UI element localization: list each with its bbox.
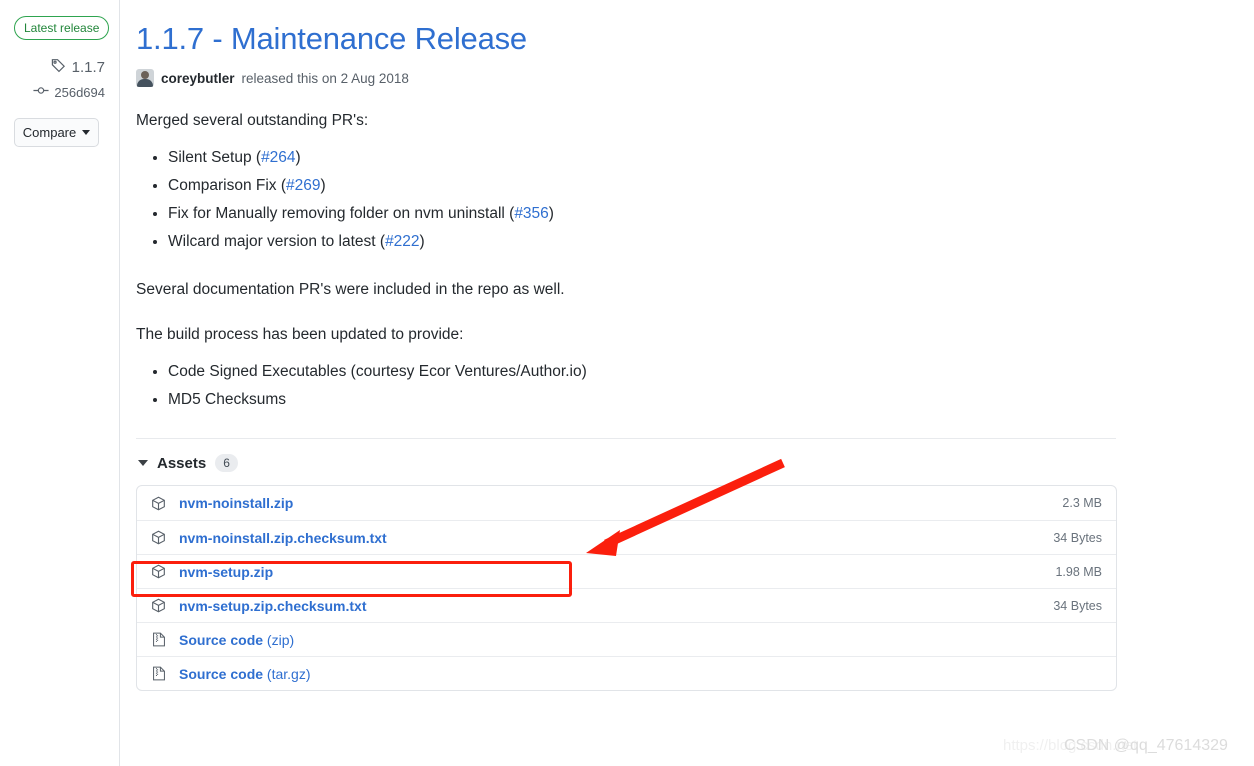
list-item: Silent Setup (#264) [168, 144, 1254, 172]
tag-row: 1.1.7 [14, 58, 105, 77]
pr-text: Fix for Manually removing folder on nvm … [168, 205, 505, 222]
release-page: Latest release 1.1.7 256d694 Compare 1.1… [0, 0, 1254, 766]
release-sidebar: Latest release 1.1.7 256d694 Compare [0, 0, 120, 766]
pr-link[interactable]: #264 [261, 149, 295, 166]
intro-paragraph: Merged several outstanding PR's: [136, 112, 369, 129]
pr-link[interactable]: #356 [514, 205, 548, 222]
pr-link[interactable]: #222 [385, 233, 419, 250]
pr-list: Silent Setup (#264) Comparison Fix (#269… [136, 144, 1254, 256]
docs-paragraph: Several documentation PR's were included… [136, 281, 565, 298]
list-item: Wilcard major version to latest (#222) [168, 228, 1254, 256]
asset-size: 34 Bytes [1053, 598, 1102, 613]
tag-icon [51, 58, 66, 77]
compare-button[interactable]: Compare [14, 118, 99, 147]
asset-name-link[interactable]: nvm-noinstall.zip [179, 495, 1062, 511]
asset-format: (zip) [266, 631, 295, 648]
chevron-down-icon [82, 130, 91, 135]
assets-count-badge: 6 [215, 454, 238, 472]
avatar [136, 69, 154, 87]
table-row[interactable]: nvm-noinstall.zip.checksum.txt 34 Bytes [137, 520, 1116, 554]
package-icon [150, 597, 167, 614]
compare-label: Compare [22, 125, 77, 140]
package-icon [150, 529, 167, 546]
asset-format: (tar.gz) [266, 665, 311, 682]
tag-value: 1.1.7 [71, 59, 105, 76]
table-row[interactable]: nvm-setup.zip 1.98 MB [137, 554, 1116, 588]
assets-table: nvm-noinstall.zip 2.3 MB nvm-noinstall.z… [136, 485, 1117, 691]
package-icon [150, 563, 167, 580]
asset-filename: nvm-setup.zip.checksum.txt [179, 597, 367, 614]
package-icon [150, 495, 167, 512]
asset-name-link[interactable]: Source code (tar.gz) [179, 666, 1102, 682]
section-divider [136, 438, 1116, 439]
list-item: Code Signed Executables (courtesy Ecor V… [168, 358, 1254, 386]
commit-row: 256d694 [14, 84, 105, 100]
commit-sha: 256d694 [54, 84, 105, 100]
release-author-link[interactable]: coreybutler [161, 71, 235, 86]
assets-label: Assets [157, 454, 207, 472]
build-list: Code Signed Executables (courtesy Ecor V… [136, 358, 1254, 414]
asset-size: 34 Bytes [1053, 530, 1102, 545]
asset-name-link[interactable]: nvm-setup.zip.checksum.txt [179, 598, 1053, 614]
asset-filename: Source code [179, 631, 264, 648]
pr-text: Silent Setup [168, 149, 252, 166]
triangle-down-icon [138, 460, 148, 466]
latest-release-badge: Latest release [14, 16, 110, 40]
file-zip-icon [150, 665, 167, 682]
asset-filename: nvm-setup.zip [179, 563, 274, 580]
release-title-link[interactable]: 1.1.7 - Maintenance Release [136, 20, 527, 58]
pr-text: Wilcard major version to latest [168, 233, 376, 250]
asset-filename: nvm-noinstall.zip.checksum.txt [179, 529, 387, 546]
release-byline-text: released this on 2 Aug 2018 [241, 70, 409, 86]
table-row[interactable]: Source code (zip) [137, 622, 1116, 656]
watermark-csdn: CSDN @qq_47614329 [1064, 737, 1228, 754]
table-row[interactable]: Source code (tar.gz) [137, 656, 1116, 690]
assets-toggle[interactable]: Assets 6 [138, 454, 1254, 472]
table-row[interactable]: nvm-setup.zip.checksum.txt 34 Bytes [137, 588, 1116, 622]
build-paragraph: The build process has been updated to pr… [136, 326, 464, 343]
asset-size: 1.98 MB [1055, 564, 1102, 579]
asset-filename: nvm-noinstall.zip [179, 495, 294, 511]
pr-link[interactable]: #269 [286, 177, 320, 194]
list-item: Fix for Manually removing folder on nvm … [168, 200, 1254, 228]
table-row[interactable]: nvm-noinstall.zip 2.3 MB [137, 486, 1116, 520]
list-item: MD5 Checksums [168, 386, 1254, 414]
asset-filename: Source code [179, 665, 264, 682]
list-item: Comparison Fix (#269) [168, 172, 1254, 200]
release-content: 1.1.7 - Maintenance Release coreybutler … [120, 0, 1254, 766]
commit-icon [33, 84, 49, 100]
release-byline: coreybutler released this on 2 Aug 2018 [136, 69, 1254, 87]
file-zip-icon [150, 631, 167, 648]
asset-name-link[interactable]: nvm-setup.zip [179, 564, 1055, 580]
pr-text: Comparison Fix [168, 177, 277, 194]
asset-name-link[interactable]: Source code (zip) [179, 632, 1102, 648]
asset-name-link[interactable]: nvm-noinstall.zip.checksum.txt [179, 530, 1053, 546]
asset-size: 2.3 MB [1062, 496, 1102, 510]
